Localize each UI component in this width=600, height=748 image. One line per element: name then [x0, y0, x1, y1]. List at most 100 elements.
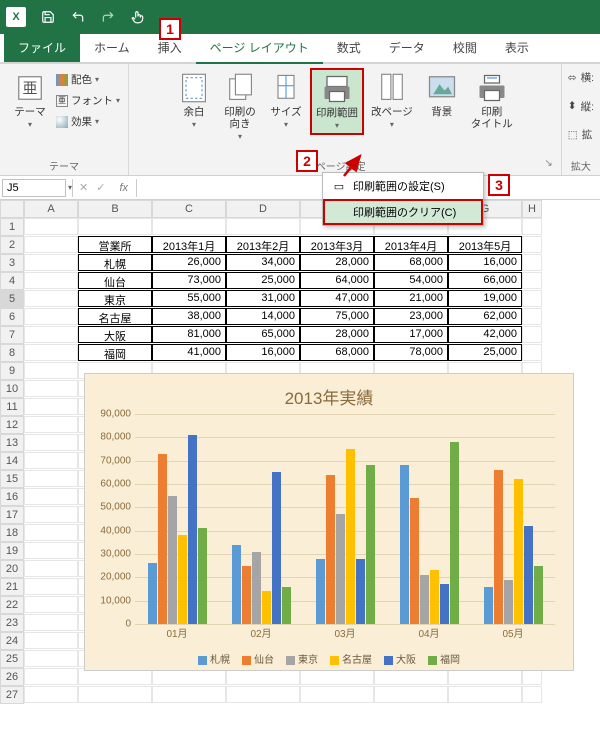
column-header[interactable]: D	[226, 200, 300, 218]
cell[interactable]: 大阪	[78, 326, 152, 343]
cell[interactable]: 札幌	[78, 254, 152, 271]
cell[interactable]: 14,000	[226, 308, 300, 325]
enter-icon[interactable]: ✓	[96, 181, 105, 194]
cell[interactable]	[24, 686, 78, 703]
set-print-area-item[interactable]: ▭ 印刷範囲の設定(S)	[323, 173, 483, 199]
cell[interactable]: 17,000	[374, 326, 448, 343]
cell[interactable]: 23,000	[374, 308, 448, 325]
row-header[interactable]: 25	[0, 650, 24, 668]
row-header[interactable]: 8	[0, 344, 24, 362]
cell[interactable]: 55,000	[152, 290, 226, 307]
cell[interactable]: 26,000	[152, 254, 226, 271]
cancel-icon[interactable]: ✕	[79, 181, 88, 194]
cell[interactable]	[152, 686, 226, 703]
row-header[interactable]: 9	[0, 362, 24, 380]
row-header[interactable]: 14	[0, 452, 24, 470]
cell[interactable]	[24, 362, 78, 379]
undo-icon[interactable]	[70, 9, 86, 25]
cell[interactable]: 2013年1月	[152, 236, 226, 253]
cell[interactable]	[24, 380, 78, 397]
cell[interactable]: 16,000	[448, 254, 522, 271]
cell[interactable]	[374, 686, 448, 703]
row-header[interactable]: 6	[0, 308, 24, 326]
cell[interactable]: 2013年3月	[300, 236, 374, 253]
fonts-button[interactable]: 亜フォント▾	[56, 93, 120, 108]
cell[interactable]	[522, 308, 542, 325]
cell[interactable]: 42,000	[448, 326, 522, 343]
tab-view[interactable]: 表示	[491, 33, 543, 62]
cell[interactable]	[78, 686, 152, 703]
cell[interactable]: 25,000	[226, 272, 300, 289]
row-header[interactable]: 21	[0, 578, 24, 596]
row-header[interactable]: 22	[0, 596, 24, 614]
cell[interactable]	[24, 344, 78, 361]
row-header[interactable]: 18	[0, 524, 24, 542]
tab-review[interactable]: 校閲	[439, 33, 491, 62]
cell[interactable]	[522, 272, 542, 289]
cell[interactable]	[24, 470, 78, 487]
row-header[interactable]: 23	[0, 614, 24, 632]
cell[interactable]: 28,000	[300, 254, 374, 271]
cell[interactable]	[24, 398, 78, 415]
tab-home[interactable]: ホーム	[80, 33, 144, 62]
tab-file[interactable]: ファイル	[4, 33, 80, 62]
cell[interactable]: 68,000	[374, 254, 448, 271]
cell[interactable]	[24, 488, 78, 505]
cell[interactable]: 81,000	[152, 326, 226, 343]
row-header[interactable]: 19	[0, 542, 24, 560]
cell[interactable]	[24, 578, 78, 595]
print-titles-button[interactable]: 印刷 タイトル	[466, 68, 518, 134]
cell[interactable]	[24, 452, 78, 469]
cell[interactable]	[24, 560, 78, 577]
print-area-button[interactable]: 印刷範囲▾	[310, 68, 364, 135]
cell[interactable]: 営業所	[78, 236, 152, 253]
cell[interactable]	[152, 218, 226, 235]
cell[interactable]: 62,000	[448, 308, 522, 325]
cell[interactable]	[522, 290, 542, 307]
cell[interactable]: 2013年5月	[448, 236, 522, 253]
cell[interactable]	[24, 254, 78, 271]
row-header[interactable]: 1	[0, 218, 24, 236]
row-header[interactable]: 2	[0, 236, 24, 254]
cell[interactable]	[24, 236, 78, 253]
cell[interactable]	[522, 254, 542, 271]
height-dropdown[interactable]: ⬍縦:	[568, 99, 594, 114]
cell[interactable]	[24, 632, 78, 649]
cell[interactable]	[24, 668, 78, 685]
breaks-button[interactable]: 改ページ▾	[366, 68, 418, 133]
clear-print-area-item[interactable]: 印刷範囲のクリア(C)	[323, 199, 483, 225]
row-header[interactable]: 3	[0, 254, 24, 272]
cell[interactable]: 47,000	[300, 290, 374, 307]
cell[interactable]	[522, 344, 542, 361]
column-header[interactable]: A	[24, 200, 78, 218]
cell[interactable]	[24, 272, 78, 289]
cell[interactable]	[24, 614, 78, 631]
cell[interactable]	[522, 686, 542, 703]
row-header[interactable]: 20	[0, 560, 24, 578]
cell[interactable]	[448, 686, 522, 703]
cell[interactable]: 34,000	[226, 254, 300, 271]
cell[interactable]	[522, 326, 542, 343]
cell[interactable]	[24, 650, 78, 667]
cell[interactable]	[24, 542, 78, 559]
cell[interactable]: 25,000	[448, 344, 522, 361]
cell[interactable]	[24, 506, 78, 523]
row-header[interactable]: 7	[0, 326, 24, 344]
cell[interactable]: 64,000	[300, 272, 374, 289]
cell[interactable]: 名古屋	[78, 308, 152, 325]
cell[interactable]	[522, 236, 542, 253]
cell[interactable]	[300, 686, 374, 703]
column-header[interactable]: B	[78, 200, 152, 218]
tab-page-layout[interactable]: ページ レイアウト	[196, 33, 323, 64]
cell[interactable]	[24, 308, 78, 325]
cell[interactable]: 19,000	[448, 290, 522, 307]
touch-mode-icon[interactable]	[130, 9, 146, 25]
column-header[interactable]: C	[152, 200, 226, 218]
cell[interactable]	[24, 416, 78, 433]
row-header[interactable]: 5	[0, 290, 24, 308]
scale-spinner[interactable]: ⬚拡	[568, 127, 592, 142]
themes-button[interactable]: 亜 テーマ▾	[8, 68, 52, 133]
cell[interactable]: 66,000	[448, 272, 522, 289]
width-dropdown[interactable]: ⬄横:	[568, 70, 594, 85]
fx-icon[interactable]: fx	[111, 182, 136, 194]
